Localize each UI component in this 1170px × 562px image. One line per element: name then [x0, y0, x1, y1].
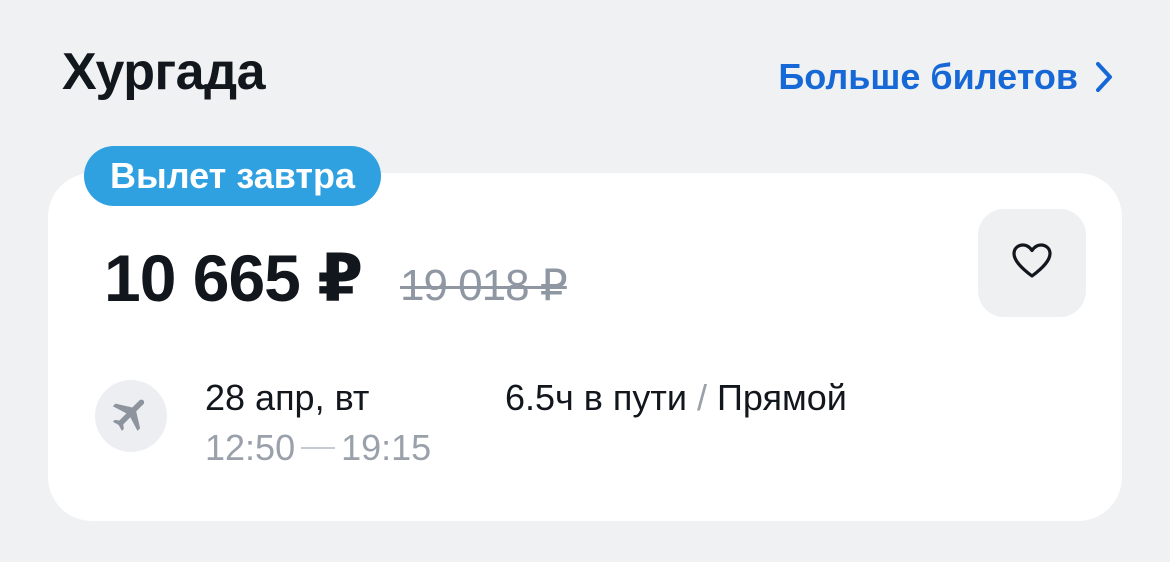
time-dash: [301, 447, 336, 449]
departure-badge: Вылет завтра: [84, 146, 382, 206]
heart-outline-icon: [1012, 242, 1052, 284]
arrival-time: 19:15: [341, 427, 432, 468]
more-tickets-link[interactable]: Больше билетов: [778, 56, 1114, 98]
chevron-right-icon: [1094, 61, 1114, 93]
more-tickets-label: Больше билетов: [778, 56, 1078, 97]
flight-date: 28 апр, вт: [205, 377, 370, 418]
flight-duration: 6.5ч в пути: [505, 377, 688, 418]
current-price: 10 665 ₽: [104, 241, 363, 315]
info-separator: /: [697, 377, 708, 418]
flight-icon-circle: [95, 380, 167, 452]
departure-time: 12:50: [205, 427, 296, 468]
destination-title: Хургада: [62, 43, 266, 101]
favorite-button[interactable]: [978, 209, 1086, 317]
flight-times: 12:50 19:15: [205, 427, 431, 469]
old-price: 19 018 ₽: [400, 261, 568, 310]
flight-duration-info: 6.5ч в пути / Прямой: [505, 377, 847, 419]
airplane-icon: [109, 392, 153, 441]
flight-type: Прямой: [717, 377, 847, 418]
ticket-offer-screen: Хургада Больше билетов Вылет завтра 10 6…: [0, 0, 1170, 562]
